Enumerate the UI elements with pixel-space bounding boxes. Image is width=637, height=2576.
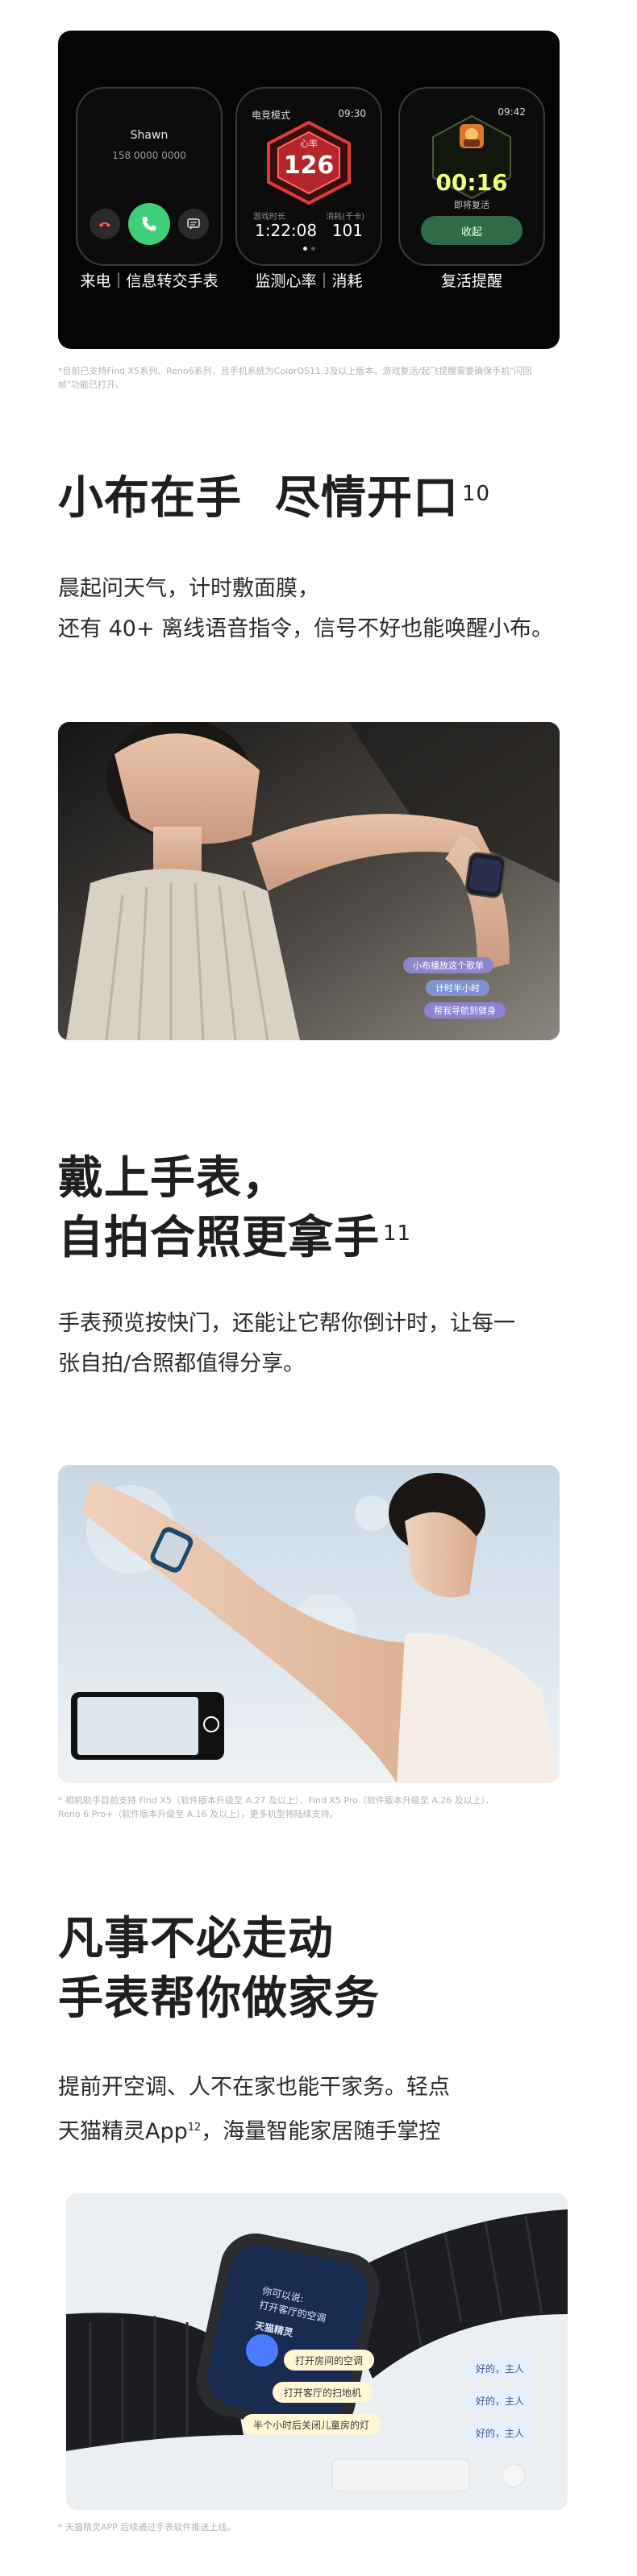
- page-dots: [237, 247, 381, 251]
- footnote-ref: 12: [187, 2122, 202, 2134]
- command-bubble: 打开客厅的扫地机: [273, 2382, 373, 2403]
- voice-chip: 小布播放这个歌单: [403, 957, 493, 973]
- reply-message-button[interactable]: [178, 209, 209, 239]
- voice-chip: 帮我导航到健身: [424, 1002, 506, 1018]
- watch-header: 电竞模式 09:30: [252, 108, 366, 122]
- footnote-ref: 10: [462, 482, 491, 506]
- watch-incoming-call: Shawn 158 0000 0000: [76, 87, 223, 266]
- footnote-camera: * 相机助手目前支持 Find X5（软件版本升级至 A.27 及以上）、Fin…: [58, 1794, 574, 1821]
- heart-rate-label: 心率: [300, 139, 318, 149]
- reply-bubble: 好的，主人: [464, 2390, 536, 2411]
- body-line: 天猫精灵App12，海量智能家居随手掌控: [58, 2108, 450, 2152]
- caller-number: 158 0000 0000: [112, 150, 186, 161]
- body-line: 晨起问天气，计时敷面膜，: [58, 576, 319, 601]
- heading-line: 戴上手表，: [58, 1152, 288, 1205]
- body-line: 提前开空调、人不在家也能干家务。轻点: [58, 2075, 450, 2100]
- phone-camera-preview: [71, 1692, 224, 1760]
- watch-time: 09:30: [338, 108, 366, 119]
- caption-heart-rate: 监测心率｜消耗: [255, 272, 363, 290]
- collapse-button[interactable]: 收起: [421, 216, 523, 245]
- voice-assistant-photo: 小布播放这个歌单 计时半小时 帮我导航到健身: [58, 722, 560, 1040]
- game-duration-value: 1:22:08: [255, 221, 318, 240]
- body-line: 手表预览按快门，还能让它帮你倒计时，让每一: [58, 1311, 515, 1336]
- body-text: 天猫精灵App: [58, 2119, 188, 2144]
- footnote-line: Reno 6 Pro+（软件版本升级至 A.16 及以上），更多机型将陆续支持。: [58, 1809, 339, 1819]
- caption-incoming-call: 来电｜信息转交手表: [80, 272, 219, 290]
- camera-viewfinder: [77, 1697, 198, 1755]
- stats-values: 1:22:08 101: [255, 221, 363, 240]
- section-smarthome-heading: 凡事不必走动 手表帮你做家务: [58, 1910, 380, 2029]
- watch-esports-mode: 电竞模式 09:30 心率 126 游戏时长 消耗(千卡) 1:22:08 10…: [235, 87, 382, 266]
- caller-name: Shawn: [130, 129, 169, 142]
- heading-text: 小布在手 尽情开口: [58, 472, 459, 525]
- watch-revive-reminder: 09:42 00:16 即将复活 收起: [398, 87, 545, 266]
- calorie-value: 101: [331, 221, 363, 240]
- body-line: 张自拍/合照都值得分享。: [58, 1351, 306, 1376]
- footnote-tmall: * 天猫精灵APP 后续通过手表软件推送上线。: [58, 2522, 236, 2532]
- revive-countdown: 00:16: [435, 169, 508, 196]
- stats-labels: 游戏时长 消耗(千卡): [253, 209, 364, 222]
- decline-call-button[interactable]: [90, 209, 120, 239]
- heading-line: 自拍合照更拿手 11: [58, 1209, 411, 1268]
- section-voice-body: 晨起问天气，计时敷面膜， 还有 40+ 离线语音指令，信号不好也能唤醒小布。: [58, 569, 553, 649]
- command-bubble: 半个小时后关闭儿童房的灯: [242, 2414, 381, 2435]
- revive-status: 即将复活: [454, 200, 489, 210]
- heading-line: 手表帮你做家务: [58, 1972, 380, 2025]
- section-smarthome-body: 提前开空调、人不在家也能干家务。轻点 天猫精灵App12，海量智能家居随手掌控: [58, 2068, 450, 2152]
- smart-home-photo: 你可以说: 打开客厅的空调 天猫精灵 打开房间的空调 打开客厅的扫地机 半个小时…: [66, 2193, 568, 2510]
- heading-line: 凡事不必走动: [58, 1913, 334, 1965]
- page-dot: [310, 247, 315, 251]
- footnote-line: * 相机助手目前支持 Find X5（软件版本升级至 A.27 及以上）、Fin…: [58, 1795, 495, 1806]
- game-duration-label: 游戏时长: [253, 213, 285, 222]
- phone-icon: [142, 217, 156, 231]
- hang-up-icon: [99, 222, 110, 227]
- section-selfie-heading: 戴上手表， 自拍合照更拿手 11: [58, 1149, 411, 1268]
- shutter-icon: [203, 1716, 219, 1732]
- section-selfie-body: 手表预览按快门，还能让它帮你倒计时，让每一 张自拍/合照都值得分享。: [58, 1304, 515, 1384]
- reply-bubble: 好的，主人: [464, 2422, 536, 2443]
- heart-rate-value: 126: [283, 151, 335, 180]
- answer-call-button[interactable]: [128, 203, 170, 245]
- message-icon: [187, 218, 200, 230]
- voice-chip: 计时半小时: [426, 980, 489, 996]
- heading-text: 自拍合照更拿手: [58, 1212, 380, 1264]
- selfie-photo: [58, 1465, 560, 1783]
- body-text: ，海量智能家居随手掌控: [201, 2119, 441, 2144]
- caption-revive: 复活提醒: [440, 272, 502, 290]
- footnote-esports: *目前已支持Find X5系列、Reno6系列，且手机系统为ColorOS11.…: [58, 366, 532, 390]
- footnote-ref: 11: [383, 1222, 412, 1246]
- page-dot: [302, 247, 307, 251]
- mode-label: 电竞模式: [252, 110, 291, 121]
- reply-bubble: 好的，主人: [464, 2358, 536, 2379]
- section-voice-heading: 小布在手 尽情开口 10: [58, 469, 490, 529]
- command-bubble: 打开房间的空调: [284, 2350, 375, 2371]
- body-line: 还有 40+ 离线语音指令，信号不好也能唤醒小布。: [58, 616, 554, 641]
- calorie-label: 消耗(千卡): [326, 213, 364, 222]
- watch-feature-card: Shawn 158 0000 0000 来电｜信息转交手表 电竞模式 09:30…: [58, 31, 560, 349]
- call-actions: [77, 203, 221, 245]
